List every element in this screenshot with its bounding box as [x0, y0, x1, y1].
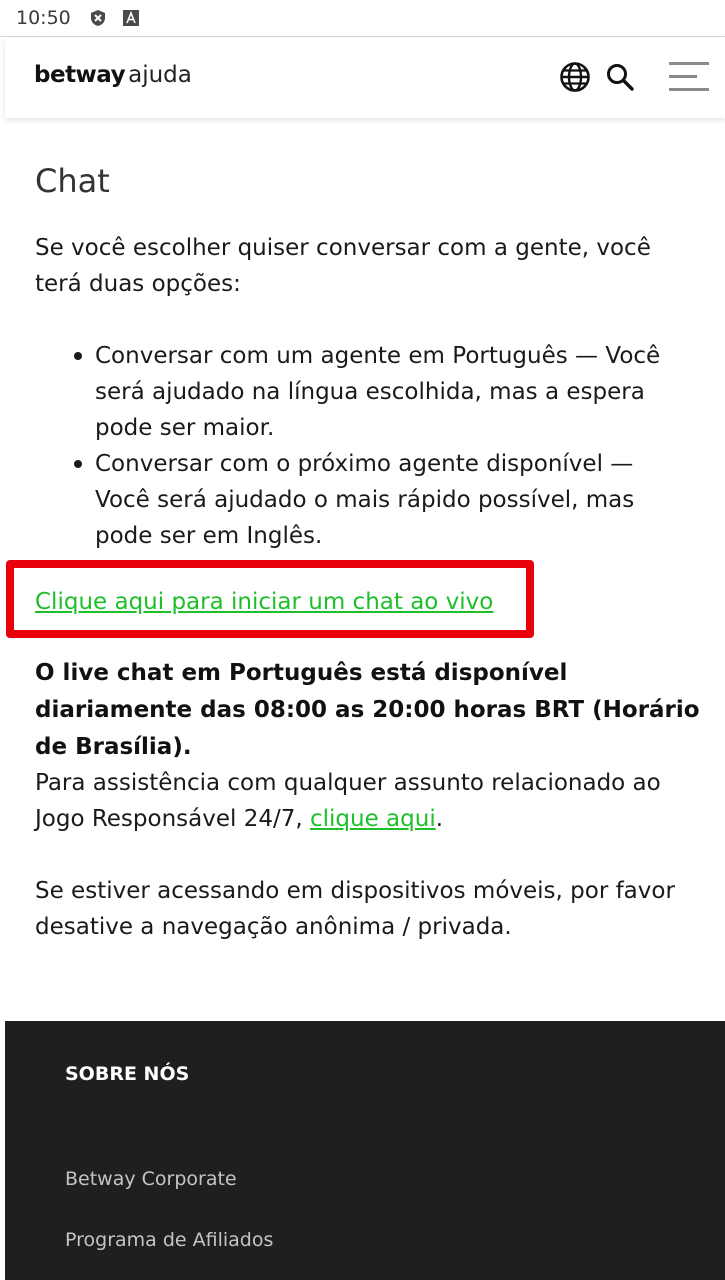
globe-icon[interactable]: [557, 59, 593, 95]
logo-brand: betway: [34, 62, 126, 88]
mobile-notice: Se estiver acessando em dispositivos móv…: [35, 878, 675, 940]
status-time: 10:50: [16, 7, 71, 29]
list-item: Conversar com um agente em Português — V…: [74, 338, 695, 446]
footer-heading-about: SOBRE NÓS: [65, 1063, 190, 1085]
font-a-icon: [122, 9, 140, 27]
status-bar: 10:50: [0, 0, 725, 37]
logo-subtitle: ajuda: [128, 62, 192, 88]
menu-icon[interactable]: [667, 60, 711, 96]
logo[interactable]: betway ajuda: [34, 62, 192, 88]
footer-link-affiliates[interactable]: Programa de Afiliados: [65, 1229, 273, 1251]
chat-hours-notice: O live chat em Português está disponível…: [35, 660, 700, 760]
footer-link-betway-corporate[interactable]: Betway Corporate: [65, 1168, 237, 1190]
site-header: betway ajuda: [5, 38, 725, 118]
responsible-gaming-link[interactable]: clique aqui: [310, 806, 436, 832]
search-icon[interactable]: [602, 59, 638, 95]
responsible-gaming-suffix: .: [435, 806, 444, 832]
intro-text: Se você escolher quiser conversar com a …: [35, 235, 651, 297]
site-footer: SOBRE NÓS Betway Corporate Programa de A…: [5, 1021, 725, 1280]
chat-options-list: Conversar com um agente em Português — V…: [74, 338, 695, 554]
responsible-gaming-text: Para assistência com qualquer assunto re…: [35, 765, 690, 837]
shield-x-icon: [89, 9, 107, 27]
list-item: Conversar com o próximo agente disponíve…: [74, 446, 695, 554]
start-live-chat-link[interactable]: Clique aqui para iniciar um chat ao vivo: [35, 584, 493, 620]
page-title: Chat: [35, 162, 110, 200]
